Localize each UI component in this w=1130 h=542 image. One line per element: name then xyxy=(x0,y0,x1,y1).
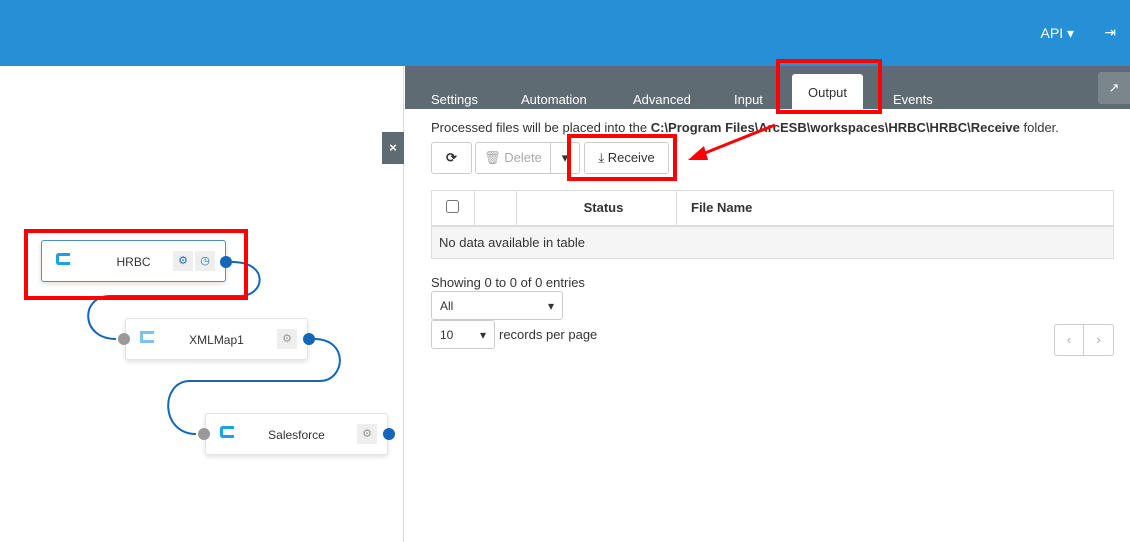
flow-node-salesforce[interactable]: Salesforce ⚙ xyxy=(205,413,388,455)
gear-icon[interactable]: ⚙ xyxy=(357,424,377,444)
highlight-box xyxy=(567,134,677,181)
tab-input[interactable]: Input xyxy=(734,92,763,107)
output-port[interactable] xyxy=(303,333,315,345)
api-menu[interactable]: API ▾ xyxy=(1041,25,1074,42)
highlight-box xyxy=(776,59,882,114)
refresh-button[interactable]: ⟳ xyxy=(431,142,472,174)
close-panel-button[interactable]: × xyxy=(382,132,404,164)
external-link-icon[interactable]: ↗ xyxy=(1098,72,1130,104)
tab-automation[interactable]: Automation xyxy=(521,92,587,107)
files-table: Status File Name No data available in ta… xyxy=(431,190,1114,259)
logout-icon[interactable]: ⇥ xyxy=(1104,24,1116,41)
entries-info: Showing 0 to 0 of 0 entries xyxy=(431,275,585,290)
highlight-box xyxy=(24,229,248,300)
filter-select[interactable]: All ▾ xyxy=(431,291,563,320)
output-port[interactable] xyxy=(383,428,395,440)
page-size-select[interactable]: 10 ▾ xyxy=(431,320,495,349)
prev-page-button[interactable]: ‹ xyxy=(1054,324,1084,356)
delete-label: Delete xyxy=(504,150,542,165)
column-status[interactable]: Status xyxy=(516,190,677,227)
empty-table-message: No data available in table xyxy=(431,225,1114,259)
input-port[interactable] xyxy=(198,428,210,440)
annotation-arrow xyxy=(688,123,776,160)
next-page-button[interactable]: › xyxy=(1083,324,1114,356)
tab-settings[interactable]: Settings xyxy=(431,92,478,107)
select-all-checkbox[interactable] xyxy=(431,190,475,227)
column-file-name[interactable]: File Name xyxy=(676,190,1114,227)
tab-events[interactable]: Events xyxy=(893,92,933,107)
tab-bar: Settings Automation Advanced Input Outpu… xyxy=(405,66,1130,109)
gear-icon[interactable]: ⚙ xyxy=(277,329,297,349)
flow-node-xmlmap1[interactable]: XMLMap1 ⚙ xyxy=(125,318,308,360)
trash-icon: 🗑 xyxy=(484,150,501,165)
tab-advanced[interactable]: Advanced xyxy=(633,92,691,107)
records-per-page-label: records per page xyxy=(499,327,598,342)
delete-button[interactable]: 🗑 Delete xyxy=(475,142,551,174)
input-port[interactable] xyxy=(118,333,130,345)
